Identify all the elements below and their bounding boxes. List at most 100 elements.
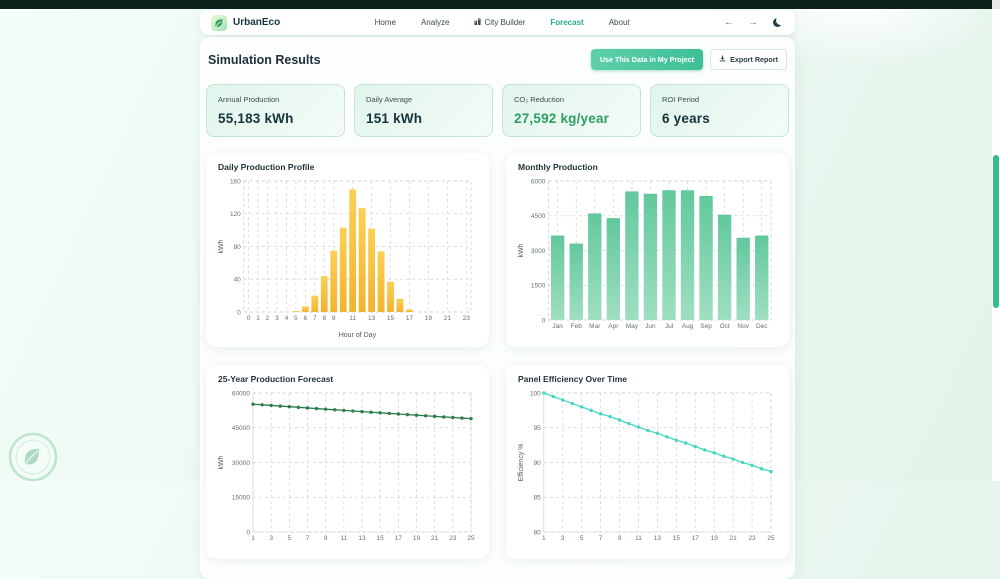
chart-title: Panel Efficiency Over Time <box>518 374 627 384</box>
svg-text:15: 15 <box>377 535 385 542</box>
svg-text:Sep: Sep <box>700 323 712 330</box>
stat-label: Annual Production <box>218 95 280 104</box>
svg-text:9: 9 <box>618 535 622 542</box>
svg-text:Efficiency %: Efficiency % <box>518 444 525 482</box>
nav-item-city-builder[interactable]: City Builder <box>474 18 525 27</box>
app-container: UrbanEco Home Analyze City Builder Forec… <box>200 10 795 579</box>
svg-text:Hour of Day: Hour of Day <box>339 332 377 339</box>
chart-card-production-forecast: 25-Year Production Forecast 1 3 5 7 9 11 13 15 1… <box>206 365 489 559</box>
svg-text:17: 17 <box>692 535 700 542</box>
svg-text:2: 2 <box>266 315 270 322</box>
svg-text:21: 21 <box>730 535 738 542</box>
brand-name: UrbanEco <box>233 17 281 28</box>
svg-text:11: 11 <box>349 315 356 322</box>
header-actions: Use This Data in My Project Export Repor… <box>590 49 787 70</box>
stat-card-daily-average: Daily Average 151 kWh <box>354 84 493 137</box>
scrollbar-track[interactable] <box>992 0 1000 481</box>
svg-text:Nov: Nov <box>737 323 749 330</box>
svg-text:60000: 60000 <box>232 390 250 397</box>
use-data-button[interactable]: Use This Data in My Project <box>590 49 704 70</box>
svg-text:0: 0 <box>247 315 251 322</box>
svg-text:45000: 45000 <box>232 425 250 432</box>
svg-text:19: 19 <box>413 535 421 542</box>
stat-label: CO₂ Reduction <box>514 95 565 104</box>
results-header: Simulation Results Use This Data in My P… <box>206 47 789 70</box>
stat-label: ROI Period <box>662 95 700 104</box>
stat-value: 27,592 kg/year <box>514 111 610 126</box>
svg-text:17: 17 <box>395 535 403 542</box>
charts-grid: Daily Production Profile 0 1 2 3 4 5 6 7 8 9 11 13 1… <box>206 153 789 559</box>
svg-text:kWh: kWh <box>218 455 225 469</box>
navbar: UrbanEco Home Analyze City Builder Forec… <box>200 10 795 35</box>
svg-text:1: 1 <box>542 535 546 542</box>
brand-leaf-icon <box>211 14 227 31</box>
svg-text:80: 80 <box>534 529 542 536</box>
svg-text:13: 13 <box>368 315 376 322</box>
theme-toggle-moon-icon[interactable] <box>773 18 782 27</box>
svg-text:kWh: kWh <box>518 243 525 257</box>
svg-text:0: 0 <box>542 317 546 324</box>
brand[interactable]: UrbanEco <box>200 14 281 31</box>
svg-text:15: 15 <box>387 315 395 322</box>
svg-text:21: 21 <box>444 315 452 322</box>
svg-text:13: 13 <box>358 535 366 542</box>
background-glow <box>760 9 1000 67</box>
svg-text:13: 13 <box>654 535 662 542</box>
svg-text:9: 9 <box>324 535 328 542</box>
svg-text:19: 19 <box>425 315 433 322</box>
stat-cards-row: Annual Production 55,183 kWh Daily Avera… <box>206 84 789 137</box>
stat-card-annual-production: Annual Production 55,183 kWh <box>206 84 345 137</box>
scrollbar-thumb[interactable] <box>993 155 999 308</box>
svg-text:23: 23 <box>463 315 471 322</box>
nav-item-analyze[interactable]: Analyze <box>421 18 449 27</box>
svg-text:15000: 15000 <box>232 495 250 502</box>
nav-item-about[interactable]: About <box>609 18 630 27</box>
svg-text:5: 5 <box>294 315 298 322</box>
chart-title: Monthly Production <box>518 162 598 172</box>
svg-text:25: 25 <box>467 535 475 542</box>
stat-card-roi-period: ROI Period 6 years <box>650 84 789 137</box>
chart-card-panel-efficiency: Panel Efficiency Over Time 1 3 5 7 9 11 13 15 17… <box>506 365 789 559</box>
daily-production-profile-chart: 0 1 2 3 4 5 6 7 8 9 11 13 15 17 19 21 2304080120160Hour … <box>218 178 472 339</box>
nav-item-home[interactable]: Home <box>375 18 396 27</box>
svg-text:0: 0 <box>237 309 241 316</box>
svg-text:Apr: Apr <box>608 323 619 330</box>
results-panel: Simulation Results Use This Data in My P… <box>200 37 795 579</box>
svg-text:7: 7 <box>599 535 603 542</box>
svg-text:3000: 3000 <box>531 248 546 255</box>
svg-text:Feb: Feb <box>571 323 583 330</box>
stat-value: 151 kWh <box>366 111 423 126</box>
svg-text:7: 7 <box>306 535 310 542</box>
svg-text:Jul: Jul <box>665 323 674 330</box>
city-builder-icon <box>474 18 481 27</box>
svg-text:1500: 1500 <box>531 283 546 290</box>
stat-card-co2-reduction: CO₂ Reduction 27,592 kg/year <box>502 84 641 137</box>
svg-text:4500: 4500 <box>531 213 546 220</box>
svg-text:5: 5 <box>580 535 584 542</box>
svg-text:90: 90 <box>534 460 542 467</box>
svg-text:80: 80 <box>234 244 242 251</box>
svg-text:30000: 30000 <box>232 460 250 467</box>
forward-arrow-icon[interactable]: → <box>749 18 759 28</box>
svg-text:100: 100 <box>530 390 541 397</box>
nav-item-forecast[interactable]: Forecast <box>550 18 583 27</box>
svg-text:Jan: Jan <box>552 323 563 330</box>
stat-value: 55,183 kWh <box>218 111 294 126</box>
svg-text:May: May <box>626 323 639 330</box>
back-arrow-icon[interactable]: ← <box>724 18 734 28</box>
nav-links: Home Analyze City Builder Forecast About <box>280 18 724 27</box>
svg-text:23: 23 <box>449 535 457 542</box>
production-forecast-chart: 1 3 5 7 9 11 13 15 17 19 21 23 250150003000045000600… <box>218 390 475 542</box>
top-accent-bar <box>0 0 1000 9</box>
svg-text:7: 7 <box>313 315 317 322</box>
stat-value: 6 years <box>662 111 710 126</box>
svg-text:95: 95 <box>534 425 542 432</box>
export-report-button[interactable]: Export Report <box>710 49 787 70</box>
svg-text:21: 21 <box>431 535 439 542</box>
svg-text:25: 25 <box>767 535 775 542</box>
svg-text:1: 1 <box>251 535 255 542</box>
svg-text:17: 17 <box>406 315 414 322</box>
svg-text:3: 3 <box>275 315 279 322</box>
chart-title: 25-Year Production Forecast <box>218 374 334 384</box>
page-title: Simulation Results <box>208 52 321 67</box>
